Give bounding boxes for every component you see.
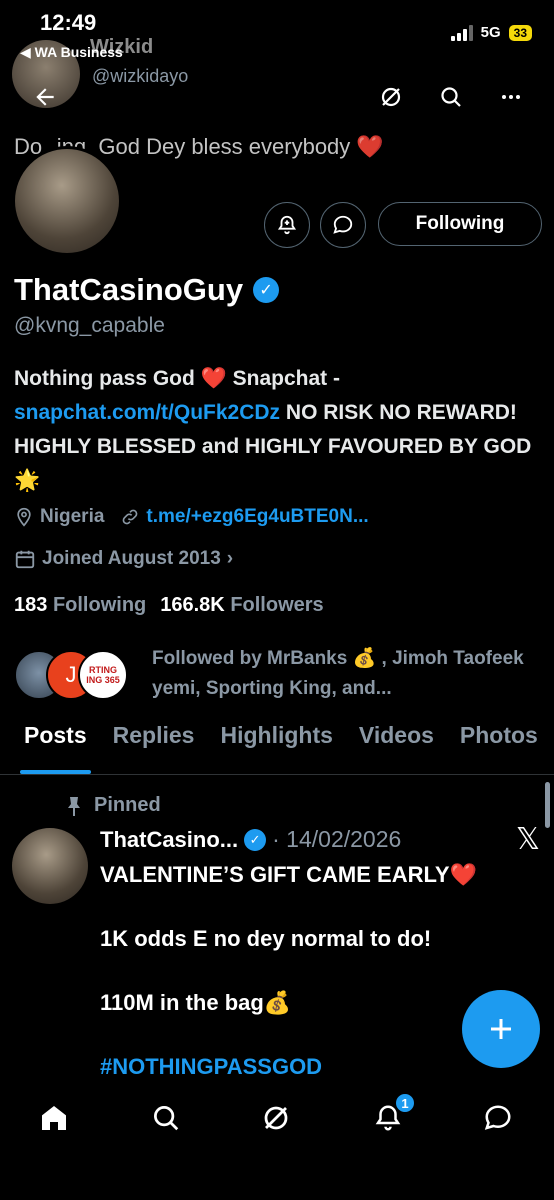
grok-nav-icon[interactable] — [258, 1100, 294, 1136]
post-date: · 14/02/2026 — [272, 826, 402, 852]
followed-by-text: Followed by MrBanks 💰 , Jimoh Taofeek ye… — [152, 648, 524, 699]
joined-date[interactable]: Joined August 2013 › — [14, 548, 233, 570]
header-handle: @wizkidayo — [92, 66, 189, 86]
battery-icon: 33 — [508, 24, 532, 41]
tab-replies[interactable]: Replies — [113, 722, 195, 774]
post-line: 1K odds E no dey normal to do! — [100, 926, 432, 951]
back-arrow-icon[interactable] — [32, 84, 58, 117]
following-button[interactable]: Following — [378, 202, 542, 246]
post-verified-icon: ✓ — [244, 828, 267, 851]
followers-count[interactable]: 166.8K Followers — [160, 594, 323, 617]
x-logo-icon: 𝕏 — [515, 823, 540, 856]
website-link[interactable]: t.me/+ezg6Eg4uBTE0N... — [146, 506, 368, 528]
follow-counts: 183 Following 166.8K Followers — [14, 594, 324, 617]
profile-tabs: Posts Replies Highlights Videos Photos — [0, 722, 554, 774]
pinned-label: Pinned — [66, 794, 161, 817]
following-count[interactable]: 183 Following — [14, 594, 146, 617]
post-hashtag[interactable]: #NOTHINGPASSGOD — [100, 1050, 530, 1084]
verified-icon: ✓ — [253, 277, 280, 303]
location-text: Nigeria — [40, 506, 105, 527]
message-icon — [333, 215, 353, 234]
pin-icon — [68, 796, 80, 816]
tab-posts[interactable]: Posts — [20, 722, 91, 774]
bio-snapchat-link[interactable]: snapchat.com/t/QuFk2CDz — [14, 401, 280, 424]
joined-text: Joined August 2013 — [42, 548, 221, 569]
notifications-badge: 1 — [394, 1092, 416, 1114]
status-indicators: 5G 33 — [450, 24, 532, 41]
grok-icon[interactable] — [378, 84, 404, 110]
scrollbar[interactable] — [545, 782, 550, 828]
website[interactable]: t.me/+ezg6Eg4uBTE0N... — [120, 506, 369, 528]
location-icon — [17, 507, 31, 527]
notify-bell-button[interactable] — [264, 202, 310, 248]
bottom-navigation: 1 — [0, 1082, 554, 1200]
messages-icon[interactable] — [480, 1100, 516, 1136]
notify-bell-icon — [277, 215, 297, 235]
status-bar: 12:49 5G 33 — [0, 0, 554, 46]
home-icon[interactable] — [36, 1100, 72, 1136]
compose-button[interactable] — [462, 990, 540, 1068]
calendar-icon — [15, 550, 35, 569]
link-icon — [123, 509, 138, 525]
post-body[interactable]: VALENTINE’S GIFT CAME EARLY❤️ 1K odds E … — [100, 858, 530, 1114]
profile-bio: Nothing pass God ❤️ Snapchat - snapchat.… — [14, 362, 540, 498]
more-icon[interactable] — [498, 84, 524, 110]
location: Nigeria — [14, 506, 104, 528]
network-type: 5G — [480, 24, 501, 41]
pinned-text: Pinned — [94, 794, 161, 816]
tab-photos[interactable]: Photos — [460, 722, 538, 774]
profile-handle: @kvng_capable — [14, 314, 165, 337]
post-header: ThatCasino... ✓ · 14/02/2026 — [100, 826, 401, 853]
tab-videos[interactable]: Videos — [359, 722, 434, 774]
follower-avatar-3: RTING ING 365 — [78, 650, 128, 700]
chevron-right-icon: › — [226, 548, 234, 569]
message-button[interactable] — [320, 202, 366, 248]
display-name: ThatCasinoGuy ✓ — [14, 272, 280, 308]
display-name-text: ThatCasinoGuy — [14, 272, 244, 307]
compose-icon — [491, 1019, 511, 1039]
followed-by[interactable]: J RTING ING 365 Followed by MrBanks 💰 , … — [14, 644, 554, 704]
signal-icon — [450, 24, 473, 41]
post-line: VALENTINE’S GIFT CAME EARLY❤️ — [100, 862, 477, 887]
header-actions — [378, 84, 524, 110]
explore-icon[interactable] — [148, 1100, 184, 1136]
profile-avatar[interactable] — [12, 146, 122, 256]
profile-meta: Nigeria t.me/+ezg6Eg4uBTE0N... — [14, 506, 369, 528]
notifications-icon[interactable]: 1 — [370, 1092, 416, 1136]
back-to-app-link[interactable]: ◀ WA Business — [20, 44, 123, 61]
status-time: 12:49 — [40, 10, 97, 35]
post-author[interactable]: ThatCasino... — [100, 827, 238, 853]
tab-divider — [0, 774, 554, 775]
search-icon[interactable] — [438, 84, 464, 110]
bio-text-start: Nothing pass God ❤️ Snapchat - — [14, 367, 340, 390]
tab-highlights[interactable]: Highlights — [220, 722, 332, 774]
post-avatar[interactable] — [12, 828, 88, 904]
